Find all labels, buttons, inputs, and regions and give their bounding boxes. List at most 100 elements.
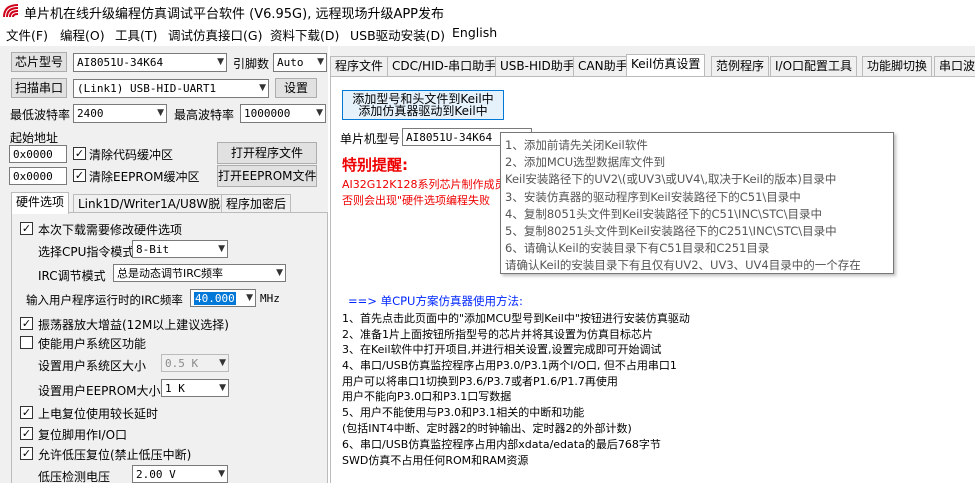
warning-title: 特别提醒: (342, 156, 408, 174)
step-5: 5、用户不能使用与P3.0和P3.1相关的中断和功能 (342, 406, 585, 419)
min-baud-label: 最低波特率 (10, 108, 71, 122)
address1-input[interactable]: 0x0000 (9, 145, 67, 163)
keil-add-tooltip: 1、添加前请先关闭Keil软件 2、添加MCU选型数据库文件到 Keil安装路径… (500, 132, 894, 274)
eeprom-size-value: 1 K (165, 382, 185, 395)
chevron-down-icon: ▼ (246, 293, 253, 303)
amp-gain-checkbox[interactable]: ✓ (20, 317, 33, 330)
mcu-model-label: 单片机型号 (340, 132, 401, 146)
tab-cdc-serial[interactable]: CDC/HID-串口助手 (387, 56, 502, 76)
tab-examples[interactable]: 范例程序 (711, 56, 770, 76)
chevron-down-icon: ▼ (218, 244, 225, 254)
step-4c: 用户不能向P3.0口和P3.1口写数据 (342, 390, 512, 403)
step-4b: 用户可以将串口1切换到P3.6/P3.7或者P1.6/P1.7再使用 (342, 375, 618, 388)
tooltip-line-7: 6、请确认Keil的安装目录下有C51目录和C251目录 (505, 241, 770, 255)
start-address-label: 起始地址 (10, 131, 59, 145)
step-3: 3、在Keil软件中打开项目,并进行相关设置,设置完成即可开始调试 (342, 343, 662, 356)
method-title: ==> 单CPU方案仿真器使用方法: (348, 294, 523, 308)
irc-freq-unit: MHz (260, 292, 280, 305)
warning-line1: AI32G12K128系列芯片制作成员 (342, 178, 506, 191)
min-baud-select[interactable]: 2400 ▼ (73, 104, 167, 123)
app-logo-icon (3, 4, 19, 18)
step-1: 1、首先点击此页面中的"添加MCU型号到Keil中"按钮进行安装仿真驱动 (342, 312, 690, 325)
step-5b: (包括INT4中断、定时器2的时钟输出、定时器2的外部计数) (342, 422, 632, 435)
reset-io-checkbox[interactable]: ✓ (20, 427, 33, 440)
tab-usb-hid[interactable]: USB-HID助手 (495, 56, 580, 76)
max-baud-select[interactable]: 1000000 ▼ (240, 104, 326, 123)
tab-offline[interactable]: Link1D/Writer1A/U8W脱机 (73, 194, 238, 214)
menu-english[interactable]: English (452, 25, 497, 40)
menu-usb-driver[interactable]: USB驱动安装(D) (350, 25, 445, 44)
menu-program[interactable]: 编程(O) (60, 25, 105, 44)
clear-code-label: 清除代码缓冲区 (89, 148, 174, 162)
irc-freq-label: 输入用户程序运行时的IRC频率 (26, 293, 183, 307)
irc-freq-select[interactable]: 40.000 ▼ (190, 289, 256, 307)
max-baud-label: 最高波特率 (174, 108, 235, 122)
add-to-keil-button[interactable]: 添加型号和头文件到Keil中 添加仿真器驱动到Keil中 (342, 90, 504, 120)
tab-hardware-options[interactable]: 硬件选项 (11, 192, 70, 214)
modify-hardware-checkbox[interactable]: ✓ (20, 222, 33, 235)
eeprom-size-select[interactable]: 1 K ▼ (161, 379, 229, 397)
menu-file[interactable]: 文件(F) (6, 25, 48, 44)
pins-select[interactable]: Auto ▼ (273, 53, 327, 72)
main-tabs: 程序文件 CDC/HID-串口助手 USB-HID助手 CAN助手 Keil仿真… (330, 54, 975, 78)
chip-model-select[interactable]: AI8051U-34K64 ▼ (73, 53, 227, 72)
settings-button[interactable]: 设置 (275, 78, 317, 98)
open-eeprom-button[interactable]: 打开EEPROM文件 (217, 165, 317, 187)
long-delay-label: 上电复位使用较长延时 (38, 407, 159, 421)
menu-bar: 文件(F) 编程(O) 工具(T) 调试仿真接口(G) 资料下载(D) USB驱… (0, 22, 975, 44)
irc-mode-select[interactable]: 总是动态调节IRC频率 ▼ (113, 264, 286, 282)
menu-tools[interactable]: 工具(T) (115, 25, 157, 44)
left-subtabs: 硬件选项 Link1D/Writer1A/U8W脱机 程序加密后 (11, 192, 328, 214)
tab-can[interactable]: CAN助手 (573, 56, 633, 76)
lvr-checkbox[interactable]: ✓ (20, 447, 33, 460)
mcu-model-value: AI8051U-34K64 (406, 131, 493, 144)
tab-keil-settings[interactable]: Keil仿真设置 (626, 54, 706, 76)
irc-mode-label: IRC调节模式 (38, 269, 106, 283)
port-select[interactable]: (Link1) USB-HID-UART1 ▼ (73, 79, 269, 98)
tooltip-line-4: 3、安装仿真器的驱动程序到Keil安装路径下的C51\目录中 (505, 190, 801, 204)
tooltip-line-2: 2、添加MCU选型数据库文件到 (505, 155, 666, 169)
max-baud-value: 1000000 (244, 107, 291, 120)
tab-encrypt[interactable]: 程序加密后 (221, 194, 292, 214)
chevron-down-icon: ▼ (317, 57, 324, 67)
tab-program-file[interactable]: 程序文件 (330, 56, 389, 76)
chip-model-button[interactable]: 芯片型号 (11, 52, 67, 72)
open-program-button[interactable]: 打开程序文件 (217, 142, 317, 164)
tab-serial-wave[interactable]: 串口波 (934, 56, 975, 76)
low-voltage-select[interactable]: 2.00 V ▼ (132, 465, 228, 483)
system-size-select[interactable]: 0.5 K ▼ (161, 354, 229, 372)
tooltip-line-5: 4、复制8051头文件到Keil安装路径下的C51\INC\STC\目录中 (505, 207, 823, 221)
menu-download[interactable]: 资料下载(D) (270, 25, 339, 44)
amp-gain-label: 振荡器放大增益(12M以上建议选择) (38, 318, 229, 332)
pins-label: 引脚数 (233, 57, 270, 71)
clear-code-checkbox[interactable]: ✓ (73, 147, 86, 160)
chip-model-value: AI8051U-34K64 (77, 56, 164, 69)
chevron-down-icon: ▼ (157, 108, 164, 118)
menu-debug-interface[interactable]: 调试仿真接口(G) (168, 25, 262, 44)
tooltip-line-6: 5、复制80251头文件到Keil安装路径下的C251\INC\STC\目录中 (505, 224, 837, 238)
tab-io-config[interactable]: I/O口配置工具 (770, 56, 858, 76)
cpu-mode-value: 8-Bit (136, 243, 170, 256)
pins-value: Auto (277, 56, 304, 69)
system-size-label: 设置用户系统区大小 (38, 359, 147, 373)
chevron-down-icon: ▼ (217, 57, 224, 67)
tooltip-line-1: 1、添加前请先关闭Keil软件 (505, 138, 648, 152)
cpu-mode-select[interactable]: 8-Bit ▼ (132, 240, 228, 258)
system-area-label: 使能用户系统区功能 (38, 337, 147, 351)
system-size-value: 0.5 K (165, 357, 199, 370)
cpu-mode-label: 选择CPU指令模式 (38, 245, 135, 259)
tooltip-line-3: Keil安装路径下的UV2\(或UV3\或UV4\,取决于Keil的版本)目录中 (505, 172, 837, 186)
address2-input[interactable]: 0x0000 (9, 167, 67, 185)
step-2: 2、准备1片上面按钮所指型号的芯片并将其设置为仿真目标芯片 (342, 328, 653, 341)
step-6: 6、串口/USB仿真监控程序占用内部xdata/edata的最后768字节 (342, 438, 661, 451)
clear-eeprom-checkbox[interactable]: ✓ (73, 169, 86, 182)
low-voltage-label: 低压检测电压 (38, 470, 111, 484)
port-value: (Link1) USB-HID-UART1 (77, 82, 217, 95)
system-area-checkbox[interactable] (20, 336, 33, 349)
long-delay-checkbox[interactable]: ✓ (20, 406, 33, 419)
window-title: 单片机在线升级编程仿真调试平台软件 (V6.95G), 远程现场升级APP发布 (24, 7, 445, 22)
irc-freq-value: 40.000 (194, 292, 236, 305)
tab-pin-switch[interactable]: 功能脚切换 (862, 56, 933, 76)
scan-port-button[interactable]: 扫描串口 (11, 78, 67, 98)
min-baud-value: 2400 (77, 107, 104, 120)
